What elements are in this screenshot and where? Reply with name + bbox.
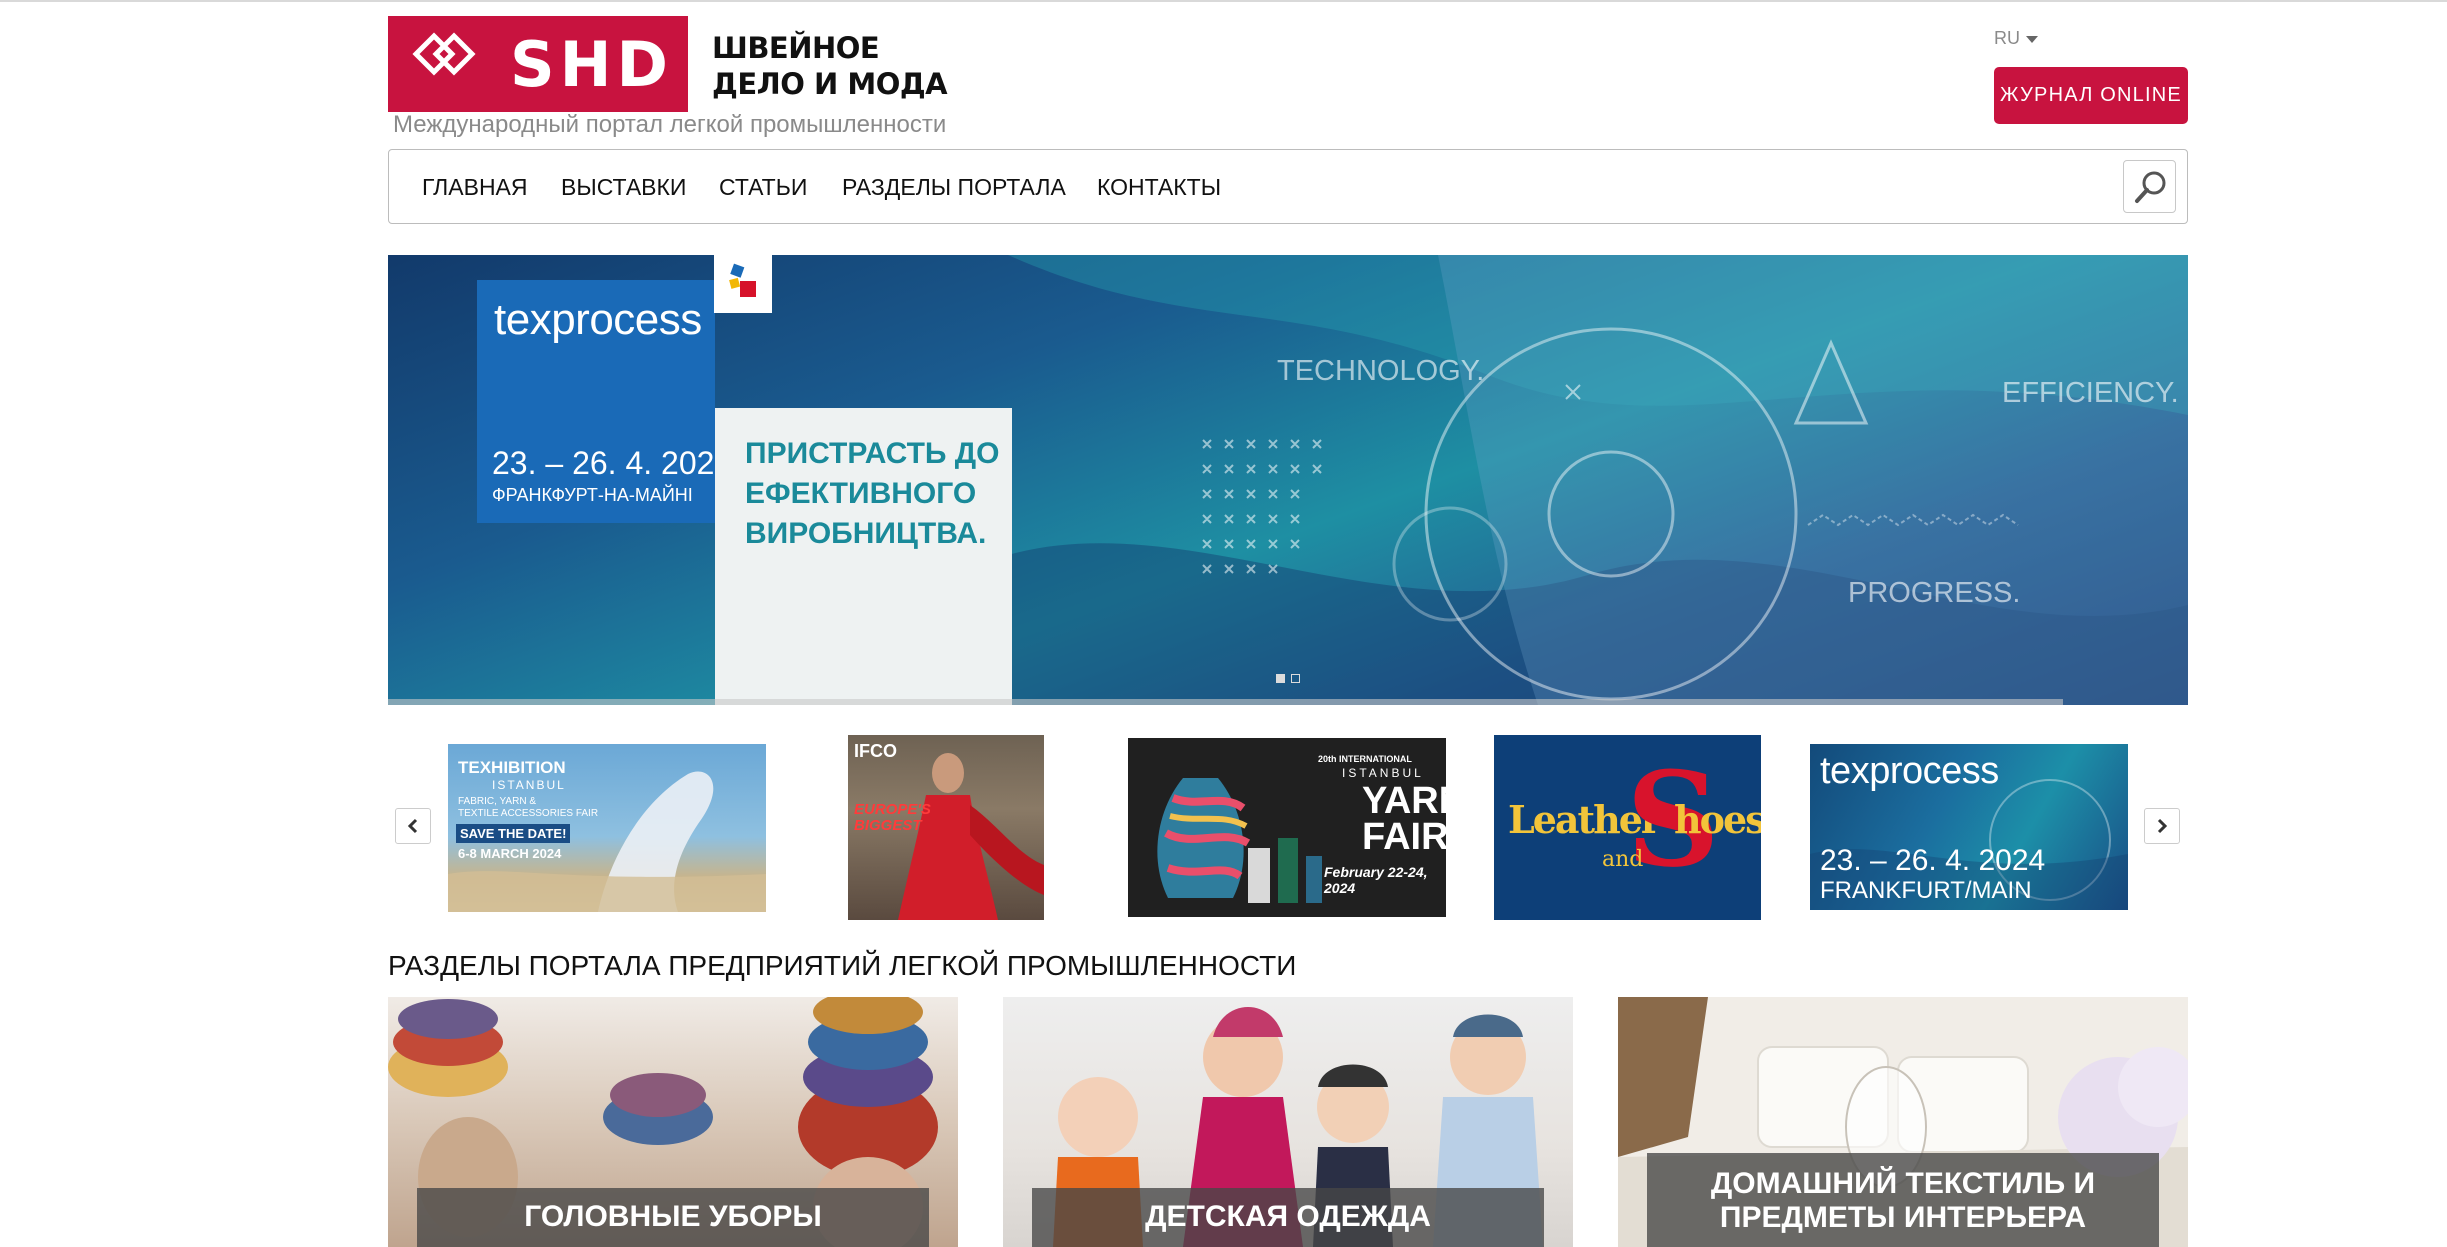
caret-down-icon bbox=[2026, 35, 2038, 43]
section-card-kids-clothing[interactable]: ДЕТСКАЯ ОДЕЖДА bbox=[1003, 997, 1573, 1247]
section-card-kids-clothing-label: ДЕТСКАЯ ОДЕЖДА bbox=[1032, 1188, 1544, 1247]
language-selector[interactable]: RU bbox=[1994, 28, 2038, 49]
carousel-next-button[interactable] bbox=[2144, 808, 2180, 844]
hero-slogan-line-1: ПРИСТРАСТЬ ДО bbox=[745, 437, 1000, 470]
carousel-item-texprocess[interactable]: texprocess 23. – 26. 4. 2024 FRANKFURT/M… bbox=[1810, 744, 2128, 910]
home-textile-label-line-2: ПРЕДМЕТЫ ИНТЕРЬЕРА bbox=[1719, 1201, 2087, 1234]
texhibition-line: FABRIC, YARN & bbox=[458, 796, 536, 807]
texhibition-date: 6-8 MARCH 2024 bbox=[458, 846, 562, 861]
texprocess-thumb-city: FRANKFURT/MAIN bbox=[1820, 877, 2032, 904]
leather-title-2: hoes bbox=[1674, 797, 1761, 842]
brand-name: ШВЕЙНОЕ ДЕЛО И МОДА bbox=[712, 30, 948, 102]
carousel-item-ifco[interactable]: IFCO EUROPE'S BIGGEST bbox=[848, 735, 1044, 920]
hero-word-efficiency: EFFICIENCY. bbox=[2002, 377, 2179, 409]
texhibition-title: TEXHIBITION bbox=[458, 758, 566, 777]
logo-diamond-icon bbox=[412, 32, 476, 76]
hero-brand: texprocess bbox=[494, 295, 702, 344]
hero-slogan-line-2: ЕФЕКТИВНОГО bbox=[745, 477, 977, 510]
hero-progress-bar bbox=[388, 699, 2063, 705]
main-nav: ГЛАВНАЯ ВЫСТАВКИ СТАТЬИ РАЗДЕЛЫ ПОРТАЛА … bbox=[388, 149, 2188, 224]
tagline: Международный портал легкой промышленнос… bbox=[393, 111, 947, 138]
search-button[interactable] bbox=[2123, 160, 2176, 213]
texhibition-subtitle: ISTANBUL bbox=[492, 778, 566, 792]
hero-dot-2[interactable] bbox=[1291, 674, 1300, 683]
chevron-left-icon bbox=[407, 818, 418, 834]
texprocess-thumb-title: texprocess bbox=[1820, 750, 1999, 792]
hero-word-progress: PROGRESS. bbox=[1848, 577, 2021, 609]
messe-logo bbox=[714, 255, 772, 313]
texhibition-badge: SAVE THE DATE! bbox=[456, 824, 571, 843]
nav-item-sections[interactable]: РАЗДЕЛЫ ПОРТАЛА bbox=[842, 174, 1066, 201]
texprocess-thumb-date: 23. – 26. 4. 2024 bbox=[1820, 844, 2046, 877]
hero-slogan: ПРИСТРАСТЬ ДО ЕФЕКТИВНОГО ВИРОБНИЦТВА. bbox=[745, 434, 1000, 554]
hero-city: ФРАНКФУРТ-НА-МАЙНІ bbox=[492, 485, 693, 505]
hero-slogan-box: ПРИСТРАСТЬ ДО ЕФЕКТИВНОГО ВИРОБНИЦТВА. bbox=[715, 408, 1012, 705]
carousel-item-leather-shoes[interactable]: Leather S hoes and bbox=[1494, 735, 1761, 920]
section-card-home-textile[interactable]: ДОМАШНИЙ ТЕКСТИЛЬ И ПРЕДМЕТЫ ИНТЕРЬЕРА bbox=[1618, 997, 2188, 1247]
hero-date: 23. – 26. 4. 2024 bbox=[492, 445, 733, 481]
hero-slogan-line-3: ВИРОБНИЦТВА. bbox=[745, 517, 987, 550]
home-textile-label-line-1: ДОМАШНИЙ ТЕКСТИЛЬ И bbox=[1710, 1167, 2096, 1200]
section-card-home-textile-label: ДОМАШНИЙ ТЕКСТИЛЬ И ПРЕДМЕТЫ ИНТЕРЬЕРА bbox=[1647, 1153, 2159, 1247]
hero-banner[interactable]: texprocess 23. – 26. 4. 2024 ФРАНКФУРТ-Н… bbox=[388, 255, 2188, 705]
texhibition-line-2: TEXTILE ACCESSORIES FAIR bbox=[458, 808, 599, 819]
section-card-headwear-label: ГОЛОВНЫЕ УБОРЫ bbox=[417, 1188, 929, 1247]
logo-text: SHD bbox=[510, 28, 674, 101]
ifco-title: IFCO bbox=[854, 741, 897, 761]
top-border bbox=[0, 0, 2447, 2]
yarn-fair-title-2: FAIR bbox=[1362, 816, 1446, 858]
section-card-headwear[interactable]: ГОЛОВНЫЕ УБОРЫ bbox=[388, 997, 958, 1247]
yarn-fair-pre-2: ISTANBUL bbox=[1342, 766, 1424, 780]
journal-online-button[interactable]: ЖУРНАЛ ONLINE bbox=[1994, 67, 2188, 124]
brand-line-1: ШВЕЙНОЕ bbox=[712, 31, 880, 65]
nav-item-contacts[interactable]: КОНТАКТЫ bbox=[1097, 174, 1221, 201]
ifco-line-2: BIGGEST bbox=[854, 817, 922, 834]
hero-word-technology: TECHNOLOGY. bbox=[1277, 355, 1485, 387]
chevron-right-icon bbox=[2157, 818, 2168, 834]
carousel-item-yarn-fair[interactable]: 20th INTERNATIONAL ISTANBUL YARN FAIR Fe… bbox=[1128, 738, 1446, 917]
leather-and: and bbox=[1602, 847, 1644, 872]
messe-logo-icon bbox=[729, 263, 756, 297]
carousel-prev-button[interactable] bbox=[395, 808, 431, 844]
ifco-line: EUROPE'S bbox=[854, 801, 931, 818]
brand-line-2: ДЕЛО И МОДА bbox=[712, 67, 948, 101]
nav-item-exhibitions[interactable]: ВЫСТАВКИ bbox=[561, 174, 686, 201]
language-label: RU bbox=[1994, 28, 2020, 48]
sections-heading: РАЗДЕЛЫ ПОРТАЛА ПРЕДПРИЯТИЙ ЛЕГКОЙ ПРОМЫ… bbox=[388, 950, 1297, 981]
hero-dot-1[interactable] bbox=[1276, 674, 1285, 683]
site-logo[interactable]: SHD bbox=[388, 16, 688, 112]
carousel-item-texhibition[interactable]: TEXHIBITION ISTANBUL FABRIC, YARN & TEXT… bbox=[448, 744, 766, 912]
hero-pagination bbox=[1276, 670, 1306, 688]
yarn-fair-pre: 20th INTERNATIONAL bbox=[1318, 754, 1412, 764]
nav-item-home[interactable]: ГЛАВНАЯ bbox=[422, 174, 528, 201]
yarn-fair-date: February 22-24, 2024 bbox=[1324, 864, 1428, 896]
yarn-fair-title: YARN bbox=[1362, 780, 1446, 822]
search-icon bbox=[2135, 171, 2166, 203]
nav-item-articles[interactable]: СТАТЬИ bbox=[719, 174, 807, 201]
